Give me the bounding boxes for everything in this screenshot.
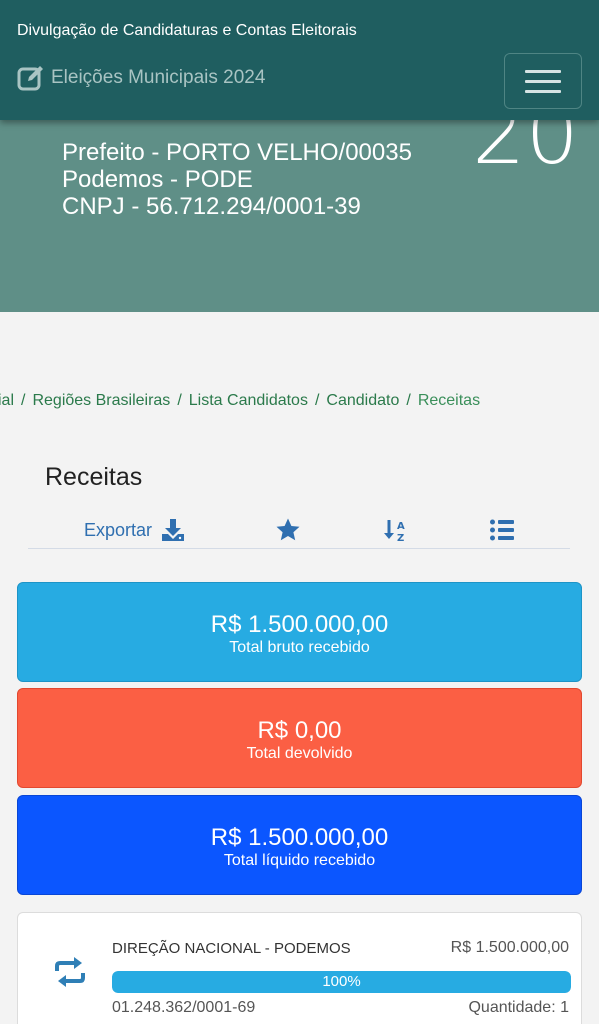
download-icon: [162, 519, 185, 541]
total-liquido-amount: R$ 1.500.000,00: [210, 824, 389, 851]
total-bruto-card: R$ 1.500.000,00 Total bruto recebido: [17, 582, 582, 682]
breadcrumb-item[interactable]: ial: [0, 392, 14, 409]
total-liquido-card: R$ 1.500.000,00 Total líquido recebido: [17, 795, 582, 895]
hamburger-menu-icon: [525, 63, 561, 100]
edit-icon: [17, 66, 43, 91]
breadcrumb-separator: /: [406, 392, 411, 409]
breadcrumb-item-regioes[interactable]: Regiões Brasileiras: [32, 392, 170, 409]
candidate-cnpj: CNPJ - 56.712.294/0001-39: [62, 193, 361, 220]
donor-name: DIREÇÃO NACIONAL - PODEMOS: [112, 940, 351, 957]
breadcrumb-item-receitas: Receitas: [417, 392, 481, 409]
total-bruto-label: Total bruto recebido: [229, 639, 370, 656]
receitas-toolbar: Exportar A Z: [28, 515, 570, 549]
donor-quantity: Quantidade: 1: [468, 999, 569, 1016]
donor-progress-bar: 100%: [112, 971, 571, 993]
top-navbar: Divulgação de Candidaturas e Contas Elei…: [0, 0, 599, 120]
election-brand-link[interactable]: Eleições Municipais 2024: [17, 64, 265, 92]
total-devolvido-label: Total devolvido: [246, 745, 353, 762]
breadcrumb-separator: /: [314, 392, 320, 409]
export-label: Exportar: [84, 519, 153, 540]
list-view-button[interactable]: [489, 517, 515, 543]
svg-text:Z: Z: [397, 533, 404, 543]
candidate-office: Prefeito - PORTO VELHO/00035: [62, 139, 412, 166]
total-devolvido-card: R$ 0,00 Total devolvido: [17, 688, 582, 788]
repeat-icon: [55, 957, 85, 987]
list-icon: [490, 519, 514, 541]
breadcrumb: ial / Regiões Brasileiras / Lista Candidatos…: [0, 392, 599, 416]
sort-alpha-icon: A Z: [384, 520, 405, 543]
candidate-party: Podemos - PODE: [62, 166, 253, 193]
donor-amount: R$ 1.500.000,00: [450, 939, 569, 956]
svg-text:A: A: [397, 521, 405, 532]
donor-cnpj: 01.248.362/0001-69: [112, 999, 256, 1016]
favorite-button[interactable]: [275, 517, 301, 543]
breadcrumb-separator: /: [177, 392, 182, 409]
total-devolvido-amount: R$ 0,00: [257, 717, 342, 744]
donor-progress-label: 100%: [322, 973, 361, 990]
breadcrumb-item-candidato[interactable]: Candidato: [326, 392, 399, 409]
total-bruto-amount: R$ 1.500.000,00: [210, 611, 389, 638]
election-label: Eleições Municipais 2024: [51, 67, 266, 88]
page-title: Receitas: [45, 463, 143, 491]
total-liquido-label: Total líquido recebido: [223, 852, 376, 869]
site-title: Divulgação de Candidaturas e Contas Elei…: [17, 22, 357, 39]
donor-list-item[interactable]: DIREÇÃO NACIONAL - PODEMOS R$ 1.500.000,…: [17, 912, 582, 1024]
sort-button[interactable]: A Z: [383, 517, 409, 543]
star-icon: [276, 518, 300, 541]
export-button[interactable]: Exportar: [84, 517, 186, 543]
candidate-info: Prefeito - PORTO VELHO/00035 Podemos - P…: [62, 139, 412, 220]
breadcrumb-separator: /: [21, 392, 26, 409]
breadcrumb-item-lista-candidatos[interactable]: Lista Candidatos: [189, 392, 308, 409]
menu-toggle-button[interactable]: [504, 53, 582, 109]
